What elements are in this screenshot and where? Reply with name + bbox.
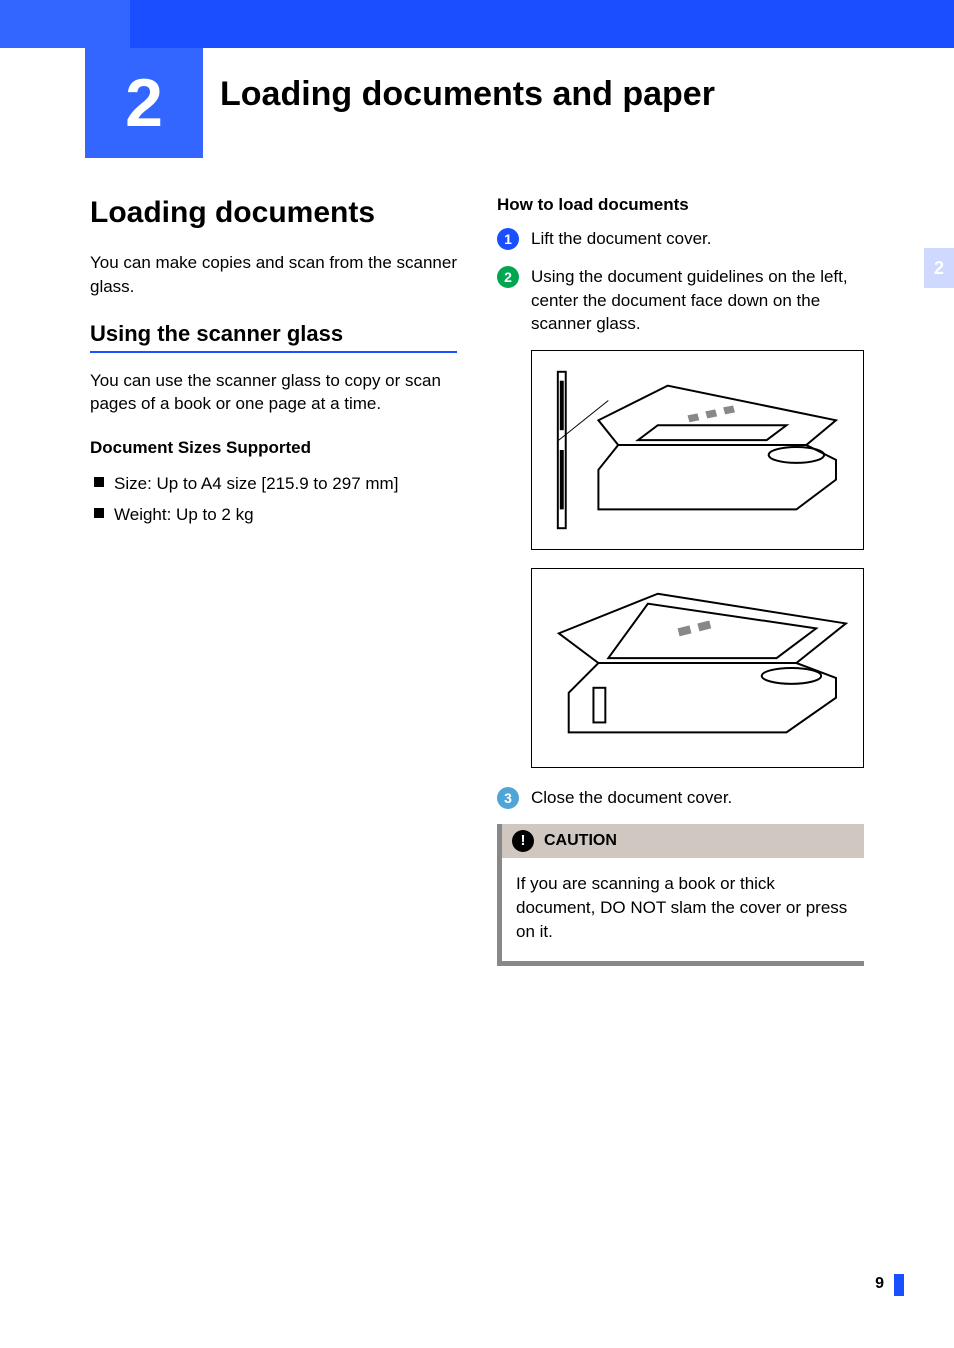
caution-label: CAUTION <box>544 832 617 850</box>
caution-text: If you are scanning a book or thick docu… <box>502 872 864 943</box>
page-edge-tab-label: 2 <box>934 258 944 279</box>
page-number-mark <box>894 1274 904 1296</box>
caution-box: ! CAUTION If you are scanning a book or … <box>497 824 864 966</box>
supported-sizes-list: Size: Up to A4 size [215.9 to 297 mm] We… <box>90 470 457 528</box>
subsection-heading: Using the scanner glass <box>90 321 457 353</box>
right-column: How to load documents 1 Lift the documen… <box>497 195 864 966</box>
figure-scanner-open-flat <box>531 568 864 768</box>
step-number-badge: 3 <box>497 787 519 809</box>
step-text: Using the document guidelines on the lef… <box>531 265 864 336</box>
mini-heading: Document Sizes Supported <box>90 438 457 458</box>
page-number: 9 <box>875 1275 884 1293</box>
step-row: 1 Lift the document cover. <box>497 227 864 251</box>
chapter-number: 2 <box>125 64 163 142</box>
step-number-badge: 1 <box>497 228 519 250</box>
section-heading: Loading documents <box>90 195 457 231</box>
header-tab <box>0 0 130 48</box>
page-edge-tab: 2 <box>924 248 954 288</box>
list-item: Weight: Up to 2 kg <box>94 501 457 528</box>
step-row: 3 Close the document cover. <box>497 786 864 810</box>
list-item: Size: Up to A4 size [215.9 to 297 mm] <box>94 470 457 497</box>
caution-icon: ! <box>512 830 534 852</box>
chapter-title: Loading documents and paper <box>220 75 715 114</box>
caution-header: ! CAUTION <box>502 824 864 858</box>
scanner-illustration-1 <box>539 351 856 549</box>
chapter-number-block: 2 <box>85 48 203 158</box>
section-intro: You can make copies and scan from the sc… <box>90 251 457 299</box>
scanner-illustration-2 <box>539 569 856 767</box>
step-text: Lift the document cover. <box>531 227 864 251</box>
header-bar <box>0 0 954 48</box>
subsection-desc: You can use the scanner glass to copy or… <box>90 369 457 417</box>
content-columns: Loading documents You can make copies an… <box>90 195 864 966</box>
left-column: Loading documents You can make copies an… <box>90 195 457 966</box>
step-text: Close the document cover. <box>531 786 864 810</box>
howto-heading: How to load documents <box>497 195 864 215</box>
figure-scanner-open-with-guide <box>531 350 864 550</box>
step-number-badge: 2 <box>497 266 519 288</box>
step-row: 2 Using the document guidelines on the l… <box>497 265 864 336</box>
